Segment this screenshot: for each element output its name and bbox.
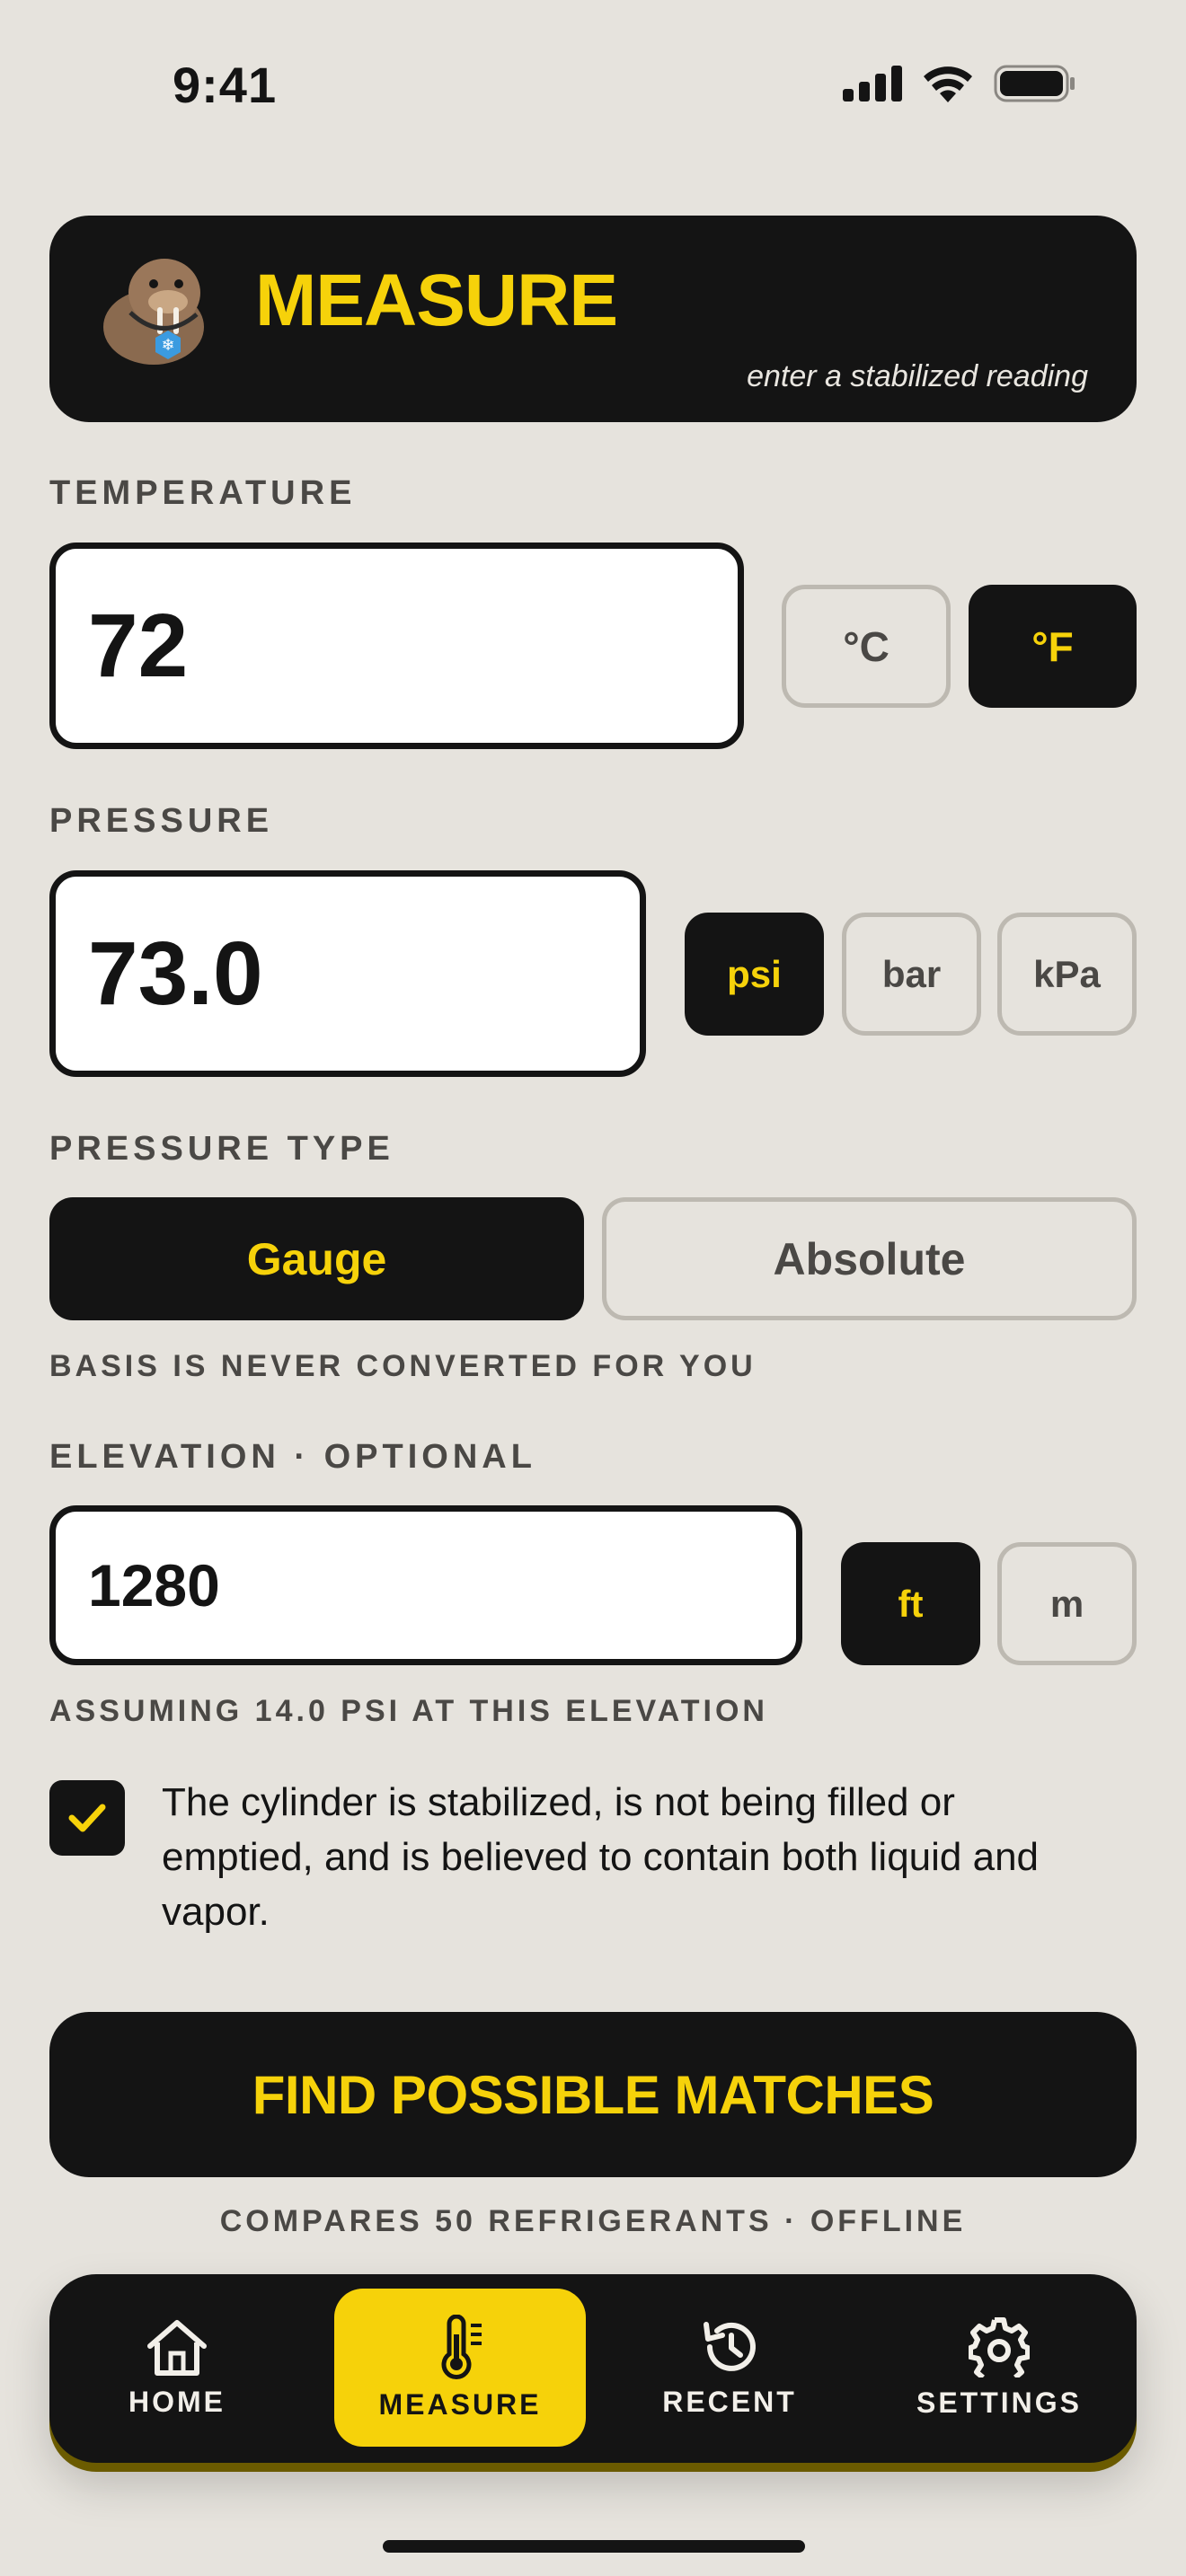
unit-celsius-button[interactable]: °C xyxy=(782,585,951,708)
tab-measure[interactable]: MEASURE xyxy=(334,2289,586,2447)
unit-bar-button[interactable]: bar xyxy=(842,913,981,1036)
tab-recent[interactable]: RECENT xyxy=(604,2289,855,2447)
home-icon xyxy=(147,2319,207,2376)
tab-measure-label: MEASURE xyxy=(378,2387,542,2421)
find-matches-button[interactable]: FIND POSSIBLE MATCHES xyxy=(49,2012,1137,2177)
elevation-label: ELEVATION · OPTIONAL xyxy=(49,1438,536,1476)
unit-kpa-button[interactable]: kPa xyxy=(997,913,1137,1036)
pressure-label: PRESSURE xyxy=(49,802,274,840)
checkmark-icon xyxy=(68,1804,106,1832)
unit-fahrenheit-button[interactable]: °F xyxy=(969,585,1137,708)
page-title: MEASURE xyxy=(255,260,618,341)
tab-settings[interactable]: SETTINGS xyxy=(873,2289,1125,2447)
home-indicator xyxy=(383,2540,805,2553)
tab-home-label: HOME xyxy=(128,2385,226,2418)
temperature-input[interactable]: 72 xyxy=(49,543,744,749)
cta-note: COMPARES 50 REFRIGERANTS · OFFLINE xyxy=(219,2204,967,2238)
wifi-icon xyxy=(924,66,972,102)
walrus-mascot-icon: ❄ xyxy=(103,259,204,365)
status-icons xyxy=(843,65,1076,102)
elevation-note: ASSUMING 14.0 PSI AT THIS ELEVATION xyxy=(49,1694,768,1728)
status-time: 9:41 xyxy=(173,57,278,113)
page-header: ❄ MEASURE enter a stabilized reading xyxy=(49,216,1137,422)
svg-text:❄: ❄ xyxy=(161,336,174,355)
battery-icon xyxy=(994,65,1075,102)
basis-note: BASIS IS NEVER CONVERTED FOR YOU xyxy=(49,1349,757,1383)
pressure-type-label: PRESSURE TYPE xyxy=(49,1130,394,1168)
unit-psi-button[interactable]: psi xyxy=(685,913,824,1036)
stabilized-checkbox[interactable] xyxy=(49,1780,125,1856)
history-icon xyxy=(704,2321,756,2371)
tab-bar: HOME MEASURE RECENT SETTINGS xyxy=(49,2274,1137,2463)
gear-icon xyxy=(969,2316,1030,2378)
tab-settings-label: SETTINGS xyxy=(916,2386,1082,2419)
temperature-label: TEMPERATURE xyxy=(49,474,357,512)
thermometer-icon xyxy=(441,2314,482,2379)
tab-recent-label: RECENT xyxy=(662,2385,797,2418)
signal-icon xyxy=(843,66,902,101)
unit-m-button[interactable]: m xyxy=(997,1542,1137,1665)
absolute-button[interactable]: Absolute xyxy=(602,1197,1137,1320)
pressure-input[interactable]: 73.0 xyxy=(49,870,646,1077)
page-subtitle: enter a stabilized reading xyxy=(747,359,1088,393)
elevation-input[interactable]: 1280 xyxy=(49,1505,802,1665)
unit-ft-button[interactable]: ft xyxy=(841,1542,980,1665)
tab-home[interactable]: HOME xyxy=(51,2289,303,2447)
gauge-button[interactable]: Gauge xyxy=(49,1197,584,1320)
stabilized-checkbox-label: The cylinder is stabilized, is not being… xyxy=(162,1780,1040,1934)
